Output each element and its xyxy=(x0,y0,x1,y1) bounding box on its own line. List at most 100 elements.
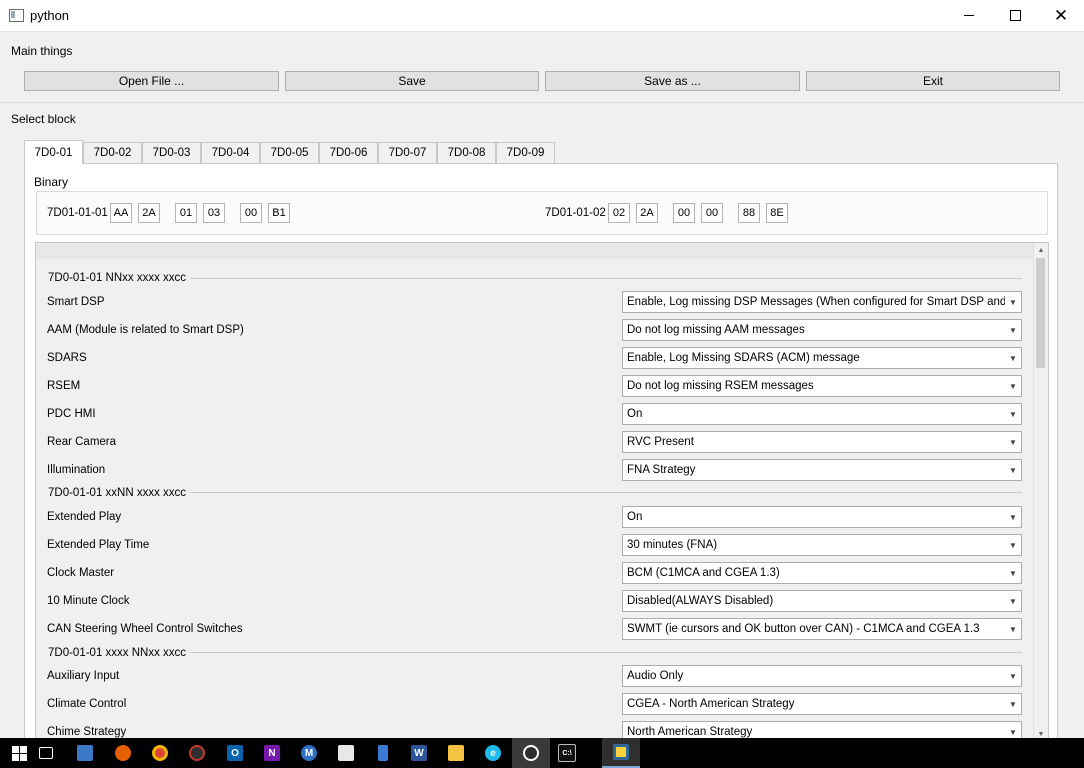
setting-dropdown-value: Do not log missing RSEM messages xyxy=(627,380,814,392)
section-divider xyxy=(48,278,1022,279)
tab-7d0-05[interactable]: 7D0-05 xyxy=(260,142,319,163)
binary-byte-field[interactable]: 00 xyxy=(701,203,723,223)
minimize-icon xyxy=(964,15,974,16)
setting-label: CAN Steering Wheel Control Switches xyxy=(47,623,243,635)
word-icon: W xyxy=(411,745,427,761)
monitor-icon xyxy=(77,745,93,761)
close-icon: ✕ xyxy=(1053,6,1069,25)
close-button[interactable]: ✕ xyxy=(1038,0,1084,31)
chevron-down-icon: ▼ xyxy=(1009,568,1017,578)
setting-dropdown[interactable]: Enable, Log Missing SDARS (ACM) message ▼ xyxy=(622,347,1022,369)
taskbar-app-outlook[interactable]: O xyxy=(216,738,254,768)
main-things-label: Main things xyxy=(11,44,73,58)
outlook-icon: O xyxy=(227,745,243,761)
setting-dropdown[interactable]: On ▼ xyxy=(622,506,1022,528)
binary-byte-field[interactable]: 03 xyxy=(203,203,225,223)
scrollbar-thumb[interactable] xyxy=(1036,258,1045,368)
setting-dropdown[interactable]: Audio Only ▼ xyxy=(622,665,1022,687)
binary-byte-field[interactable]: 01 xyxy=(175,203,197,223)
tab-7d0-02[interactable]: 7D0-02 xyxy=(83,142,142,163)
taskbar-app-obs[interactable] xyxy=(178,738,216,768)
exit-button[interactable]: Exit xyxy=(806,71,1060,91)
setting-dropdown[interactable]: BCM (C1MCA and CGEA 1.3) ▼ xyxy=(622,562,1022,584)
chevron-down-icon: ▼ xyxy=(1009,437,1017,447)
taskbar-app-firefox[interactable] xyxy=(104,738,142,768)
chevron-down-icon: ▼ xyxy=(1009,465,1017,475)
title-bar: python ✕ xyxy=(0,0,1084,32)
tab-7d0-03[interactable]: 7D0-03 xyxy=(142,142,201,163)
binary-byte-field[interactable]: AA xyxy=(110,203,132,223)
taskbar-app-word[interactable]: W xyxy=(400,738,438,768)
setting-label: Chime Strategy xyxy=(47,726,127,738)
internet-explorer-icon: e xyxy=(485,745,501,761)
taskbar-app-file-explorer[interactable] xyxy=(437,738,475,768)
binary-byte-field[interactable]: 00 xyxy=(673,203,695,223)
task-view-button[interactable] xyxy=(27,738,65,768)
chevron-down-icon: ▼ xyxy=(1009,671,1017,681)
taskbar-app-command-prompt[interactable]: C:\ xyxy=(548,738,586,768)
tab-7d0-09[interactable]: 7D0-09 xyxy=(496,142,555,163)
setting-label: PDC HMI xyxy=(47,408,96,420)
tab-7d0-01[interactable]: 7D0-01 xyxy=(24,140,83,164)
setting-label: Rear Camera xyxy=(47,436,117,448)
command-prompt-icon: C:\ xyxy=(558,744,576,762)
binary-byte-field[interactable]: 2A xyxy=(636,203,658,223)
setting-dropdown[interactable]: FNA Strategy ▼ xyxy=(622,459,1022,481)
taskbar-app-chrome[interactable] xyxy=(141,738,179,768)
phone-icon xyxy=(378,745,388,761)
maximize-button[interactable] xyxy=(992,0,1038,31)
binary-byte-field[interactable]: 8E xyxy=(766,203,788,223)
tab-7d0-08[interactable]: 7D0-08 xyxy=(437,142,496,163)
setting-label: Smart DSP xyxy=(47,296,105,308)
maximize-icon xyxy=(1009,10,1021,21)
setting-dropdown[interactable]: On ▼ xyxy=(622,403,1022,425)
settings-scroll-area[interactable]: 7D0-01-01 NNxx xxxx xxcc Smart DSP Enabl… xyxy=(35,242,1049,742)
setting-dropdown-value: Enable, Log Missing SDARS (ACM) message xyxy=(627,352,860,364)
save-button[interactable]: Save xyxy=(285,71,539,91)
tab-7d0-04[interactable]: 7D0-04 xyxy=(201,142,260,163)
scroll-up-icon[interactable]: ▲ xyxy=(1034,243,1048,257)
setting-dropdown[interactable]: Do not log missing RSEM messages ▼ xyxy=(622,375,1022,397)
binary-byte-field[interactable]: B1 xyxy=(268,203,290,223)
chevron-down-icon: ▼ xyxy=(1009,624,1017,634)
setting-dropdown[interactable]: CGEA - North American Strategy ▼ xyxy=(622,693,1022,715)
python-file-icon xyxy=(338,745,354,761)
open-file-button[interactable]: Open File ... xyxy=(24,71,279,91)
app-window-icon xyxy=(9,9,24,22)
tab-7d0-06[interactable]: 7D0-06 xyxy=(319,142,378,163)
setting-dropdown-value: RVC Present xyxy=(627,436,694,448)
setting-dropdown[interactable]: 30 minutes (FNA) ▼ xyxy=(622,534,1022,556)
setting-dropdown[interactable]: SWMT (ie cursors and OK button over CAN)… xyxy=(622,618,1022,640)
setting-dropdown[interactable]: RVC Present ▼ xyxy=(622,431,1022,453)
chevron-down-icon: ▼ xyxy=(1009,409,1017,419)
binary-byte-field[interactable]: 88 xyxy=(738,203,760,223)
minimize-button[interactable] xyxy=(946,0,992,31)
vertical-scrollbar[interactable]: ▲ ▼ xyxy=(1033,243,1048,741)
save-as-button[interactable]: Save as ... xyxy=(545,71,800,91)
taskbar: O N M W e C:\ xyxy=(0,738,1084,768)
m-app-icon: M xyxy=(301,745,317,761)
binary-byte-field[interactable]: 02 xyxy=(608,203,630,223)
taskbar-app-onenote[interactable]: N xyxy=(253,738,291,768)
taskbar-app-phone[interactable] xyxy=(364,738,402,768)
folder-icon xyxy=(448,745,464,761)
taskbar-app-python-window[interactable] xyxy=(602,738,640,768)
taskbar-app-inkscape[interactable] xyxy=(512,738,550,768)
taskbar-app-internet-explorer[interactable]: e xyxy=(474,738,512,768)
tab-7d0-07[interactable]: 7D0-07 xyxy=(378,142,437,163)
taskbar-app-python-idle[interactable] xyxy=(327,738,365,768)
binary-byte-field[interactable]: 2A xyxy=(138,203,160,223)
binary-byte-field[interactable]: 00 xyxy=(240,203,262,223)
chevron-down-icon: ▼ xyxy=(1009,699,1017,709)
taskbar-app-m[interactable]: M xyxy=(290,738,328,768)
setting-dropdown[interactable]: Disabled(ALWAYS Disabled) ▼ xyxy=(622,590,1022,612)
chevron-down-icon: ▼ xyxy=(1009,512,1017,522)
taskbar-app-desktop[interactable] xyxy=(66,738,104,768)
setting-dropdown[interactable]: Do not log missing AAM messages ▼ xyxy=(622,319,1022,341)
chevron-down-icon: ▼ xyxy=(1009,297,1017,307)
setting-dropdown[interactable]: Enable, Log missing DSP Messages (When c… xyxy=(622,291,1022,313)
setting-dropdown-value: On xyxy=(627,511,643,523)
windows-logo-icon xyxy=(11,745,27,761)
binary-group-name: 7D01-01-01 xyxy=(47,207,108,219)
setting-label: SDARS xyxy=(47,352,87,364)
